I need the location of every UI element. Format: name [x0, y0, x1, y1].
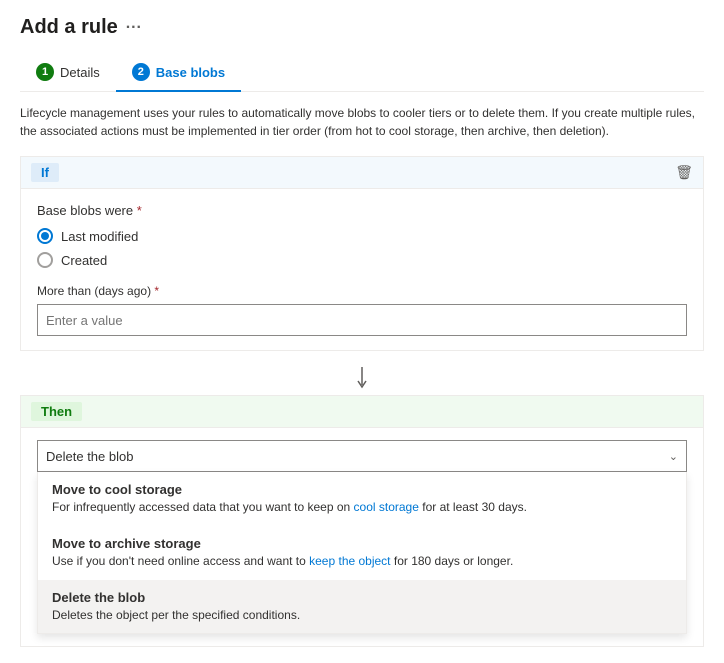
action-dropdown[interactable]: Delete the blob ⌄: [37, 440, 687, 472]
radio-last-modified[interactable]: Last modified: [37, 228, 687, 244]
delete-if-button[interactable]: 🗑: [675, 164, 693, 181]
base-blobs-label: Base blobs were *: [37, 203, 687, 218]
dropdown-menu: Move to cool storage For infrequently ac…: [37, 472, 687, 634]
dropdown-item-delete-blob[interactable]: Delete the blob Deletes the object per t…: [38, 580, 686, 634]
if-label: If: [31, 163, 59, 182]
if-section-body: Base blobs were * Last modified Created …: [21, 189, 703, 350]
if-section: If 🗑 Base blobs were * Last modified Cre…: [20, 156, 704, 351]
days-label: More than (days ago) *: [37, 284, 687, 298]
dropdown-item-move-cool[interactable]: Move to cool storage For infrequently ac…: [38, 472, 686, 526]
then-section: Then Delete the blob ⌄ Move to cool stor…: [20, 395, 704, 647]
radio-created-label: Created: [61, 253, 107, 268]
ellipsis-button[interactable]: ···: [126, 19, 142, 37]
tab-details-label: Details: [60, 65, 100, 80]
page-title: Add a rule: [20, 16, 118, 39]
dropdown-item-move-archive-desc: Use if you don't need online access and …: [52, 553, 672, 570]
page-description: Lifecycle management uses your rules to …: [20, 104, 704, 140]
dropdown-item-delete-blob-title: Delete the blob: [52, 590, 672, 605]
then-section-header: Then: [21, 396, 703, 428]
dropdown-selected-text: Delete the blob: [46, 449, 133, 464]
if-section-header: If 🗑: [21, 157, 703, 189]
radio-group: Last modified Created: [37, 228, 687, 268]
radio-created-circle: [37, 252, 53, 268]
dropdown-item-move-cool-desc: For infrequently accessed data that you …: [52, 499, 672, 516]
tab-details[interactable]: 1 Details: [20, 55, 116, 91]
then-section-body: Delete the blob ⌄ Move to cool storage F…: [21, 428, 703, 646]
radio-last-modified-circle: [37, 228, 53, 244]
tab-base-blobs-badge: 2: [132, 63, 150, 81]
radio-last-modified-label: Last modified: [61, 229, 138, 244]
dropdown-item-move-archive-title: Move to archive storage: [52, 536, 672, 551]
dropdown-item-move-archive[interactable]: Move to archive storage Use if you don't…: [38, 526, 686, 580]
tab-details-badge: 1: [36, 63, 54, 81]
tabs-container: 1 Details 2 Base blobs: [20, 55, 704, 92]
page-title-container: Add a rule ···: [20, 16, 704, 39]
chevron-down-icon: ⌄: [669, 450, 678, 463]
arrow-connector: [20, 363, 704, 395]
days-input[interactable]: [37, 304, 687, 336]
radio-created[interactable]: Created: [37, 252, 687, 268]
arrow-down-icon: [356, 367, 368, 391]
dropdown-item-move-cool-title: Move to cool storage: [52, 482, 672, 497]
required-indicator: *: [137, 203, 142, 218]
days-required: *: [154, 284, 159, 298]
tab-base-blobs-label: Base blobs: [156, 65, 225, 80]
tab-base-blobs[interactable]: 2 Base blobs: [116, 55, 241, 91]
then-label: Then: [31, 402, 82, 421]
